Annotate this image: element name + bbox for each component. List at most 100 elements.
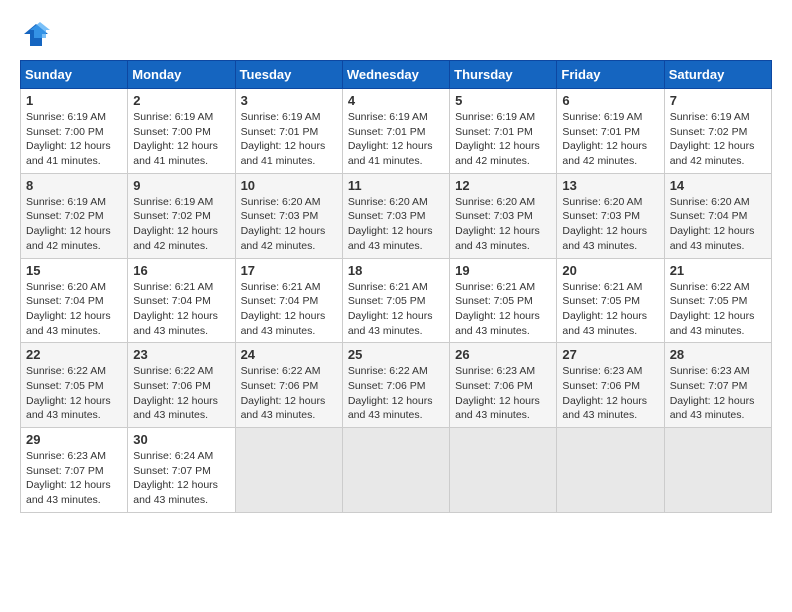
- day-number: 19: [455, 263, 551, 278]
- calendar-cell: 27 Sunrise: 6:23 AMSunset: 7:06 PMDaylig…: [557, 343, 664, 428]
- day-number: 8: [26, 178, 122, 193]
- day-info: Sunrise: 6:20 AMSunset: 7:03 PMDaylight:…: [348, 196, 433, 252]
- day-number: 20: [562, 263, 658, 278]
- day-number: 12: [455, 178, 551, 193]
- calendar-cell: 17 Sunrise: 6:21 AMSunset: 7:04 PMDaylig…: [235, 258, 342, 343]
- day-number: 14: [670, 178, 766, 193]
- day-number: 27: [562, 347, 658, 362]
- day-info: Sunrise: 6:20 AMSunset: 7:04 PMDaylight:…: [26, 281, 111, 337]
- calendar-cell: 16 Sunrise: 6:21 AMSunset: 7:04 PMDaylig…: [128, 258, 235, 343]
- calendar-cell: 20 Sunrise: 6:21 AMSunset: 7:05 PMDaylig…: [557, 258, 664, 343]
- day-number: 24: [241, 347, 337, 362]
- calendar-cell: [450, 428, 557, 513]
- calendar-table: SundayMondayTuesdayWednesdayThursdayFrid…: [20, 60, 772, 513]
- calendar-cell: 19 Sunrise: 6:21 AMSunset: 7:05 PMDaylig…: [450, 258, 557, 343]
- calendar-cell: 13 Sunrise: 6:20 AMSunset: 7:03 PMDaylig…: [557, 173, 664, 258]
- day-info: Sunrise: 6:20 AMSunset: 7:03 PMDaylight:…: [455, 196, 540, 252]
- logo-icon: [20, 20, 50, 50]
- day-number: 1: [26, 93, 122, 108]
- calendar-cell: 11 Sunrise: 6:20 AMSunset: 7:03 PMDaylig…: [342, 173, 449, 258]
- week-row-2: 8 Sunrise: 6:19 AMSunset: 7:02 PMDayligh…: [21, 173, 772, 258]
- calendar-cell: 5 Sunrise: 6:19 AMSunset: 7:01 PMDayligh…: [450, 89, 557, 174]
- day-number: 5: [455, 93, 551, 108]
- calendar-cell: 6 Sunrise: 6:19 AMSunset: 7:01 PMDayligh…: [557, 89, 664, 174]
- day-number: 17: [241, 263, 337, 278]
- weekday-monday: Monday: [128, 61, 235, 89]
- calendar-cell: [557, 428, 664, 513]
- day-info: Sunrise: 6:24 AMSunset: 7:07 PMDaylight:…: [133, 450, 218, 506]
- weekday-saturday: Saturday: [664, 61, 771, 89]
- calendar-cell: [664, 428, 771, 513]
- week-row-5: 29 Sunrise: 6:23 AMSunset: 7:07 PMDaylig…: [21, 428, 772, 513]
- calendar-body: 1 Sunrise: 6:19 AMSunset: 7:00 PMDayligh…: [21, 89, 772, 513]
- day-info: Sunrise: 6:19 AMSunset: 7:00 PMDaylight:…: [26, 111, 111, 167]
- day-number: 13: [562, 178, 658, 193]
- day-number: 23: [133, 347, 229, 362]
- weekday-header-row: SundayMondayTuesdayWednesdayThursdayFrid…: [21, 61, 772, 89]
- day-info: Sunrise: 6:19 AMSunset: 7:01 PMDaylight:…: [562, 111, 647, 167]
- weekday-tuesday: Tuesday: [235, 61, 342, 89]
- day-info: Sunrise: 6:19 AMSunset: 7:02 PMDaylight:…: [670, 111, 755, 167]
- calendar-cell: 9 Sunrise: 6:19 AMSunset: 7:02 PMDayligh…: [128, 173, 235, 258]
- day-info: Sunrise: 6:21 AMSunset: 7:05 PMDaylight:…: [562, 281, 647, 337]
- day-number: 9: [133, 178, 229, 193]
- calendar-cell: 30 Sunrise: 6:24 AMSunset: 7:07 PMDaylig…: [128, 428, 235, 513]
- calendar-cell: 3 Sunrise: 6:19 AMSunset: 7:01 PMDayligh…: [235, 89, 342, 174]
- calendar-cell: 22 Sunrise: 6:22 AMSunset: 7:05 PMDaylig…: [21, 343, 128, 428]
- calendar-cell: 28 Sunrise: 6:23 AMSunset: 7:07 PMDaylig…: [664, 343, 771, 428]
- logo: [20, 20, 54, 50]
- day-info: Sunrise: 6:23 AMSunset: 7:07 PMDaylight:…: [26, 450, 111, 506]
- day-number: 22: [26, 347, 122, 362]
- calendar-cell: 24 Sunrise: 6:22 AMSunset: 7:06 PMDaylig…: [235, 343, 342, 428]
- day-info: Sunrise: 6:19 AMSunset: 7:01 PMDaylight:…: [241, 111, 326, 167]
- day-number: 6: [562, 93, 658, 108]
- calendar-cell: 4 Sunrise: 6:19 AMSunset: 7:01 PMDayligh…: [342, 89, 449, 174]
- calendar-cell: 7 Sunrise: 6:19 AMSunset: 7:02 PMDayligh…: [664, 89, 771, 174]
- day-info: Sunrise: 6:22 AMSunset: 7:06 PMDaylight:…: [241, 365, 326, 421]
- weekday-thursday: Thursday: [450, 61, 557, 89]
- day-info: Sunrise: 6:21 AMSunset: 7:05 PMDaylight:…: [455, 281, 540, 337]
- day-info: Sunrise: 6:22 AMSunset: 7:06 PMDaylight:…: [348, 365, 433, 421]
- day-info: Sunrise: 6:21 AMSunset: 7:04 PMDaylight:…: [241, 281, 326, 337]
- day-info: Sunrise: 6:23 AMSunset: 7:06 PMDaylight:…: [562, 365, 647, 421]
- calendar-cell: 18 Sunrise: 6:21 AMSunset: 7:05 PMDaylig…: [342, 258, 449, 343]
- day-number: 15: [26, 263, 122, 278]
- calendar-cell: 23 Sunrise: 6:22 AMSunset: 7:06 PMDaylig…: [128, 343, 235, 428]
- day-info: Sunrise: 6:23 AMSunset: 7:07 PMDaylight:…: [670, 365, 755, 421]
- day-info: Sunrise: 6:21 AMSunset: 7:05 PMDaylight:…: [348, 281, 433, 337]
- calendar-cell: 12 Sunrise: 6:20 AMSunset: 7:03 PMDaylig…: [450, 173, 557, 258]
- week-row-3: 15 Sunrise: 6:20 AMSunset: 7:04 PMDaylig…: [21, 258, 772, 343]
- calendar-cell: 1 Sunrise: 6:19 AMSunset: 7:00 PMDayligh…: [21, 89, 128, 174]
- day-number: 3: [241, 93, 337, 108]
- calendar-cell: 10 Sunrise: 6:20 AMSunset: 7:03 PMDaylig…: [235, 173, 342, 258]
- calendar-cell: 21 Sunrise: 6:22 AMSunset: 7:05 PMDaylig…: [664, 258, 771, 343]
- day-info: Sunrise: 6:22 AMSunset: 7:05 PMDaylight:…: [670, 281, 755, 337]
- calendar-cell: 8 Sunrise: 6:19 AMSunset: 7:02 PMDayligh…: [21, 173, 128, 258]
- week-row-1: 1 Sunrise: 6:19 AMSunset: 7:00 PMDayligh…: [21, 89, 772, 174]
- day-number: 2: [133, 93, 229, 108]
- day-number: 11: [348, 178, 444, 193]
- calendar-cell: 29 Sunrise: 6:23 AMSunset: 7:07 PMDaylig…: [21, 428, 128, 513]
- day-info: Sunrise: 6:19 AMSunset: 7:01 PMDaylight:…: [455, 111, 540, 167]
- day-number: 7: [670, 93, 766, 108]
- day-number: 26: [455, 347, 551, 362]
- day-info: Sunrise: 6:22 AMSunset: 7:06 PMDaylight:…: [133, 365, 218, 421]
- day-number: 18: [348, 263, 444, 278]
- day-info: Sunrise: 6:19 AMSunset: 7:00 PMDaylight:…: [133, 111, 218, 167]
- day-number: 4: [348, 93, 444, 108]
- day-number: 16: [133, 263, 229, 278]
- calendar-cell: 15 Sunrise: 6:20 AMSunset: 7:04 PMDaylig…: [21, 258, 128, 343]
- day-info: Sunrise: 6:22 AMSunset: 7:05 PMDaylight:…: [26, 365, 111, 421]
- day-info: Sunrise: 6:19 AMSunset: 7:01 PMDaylight:…: [348, 111, 433, 167]
- day-number: 30: [133, 432, 229, 447]
- calendar-cell: 25 Sunrise: 6:22 AMSunset: 7:06 PMDaylig…: [342, 343, 449, 428]
- day-number: 25: [348, 347, 444, 362]
- page-header: [20, 20, 772, 50]
- week-row-4: 22 Sunrise: 6:22 AMSunset: 7:05 PMDaylig…: [21, 343, 772, 428]
- weekday-friday: Friday: [557, 61, 664, 89]
- calendar-cell: [342, 428, 449, 513]
- calendar-cell: 26 Sunrise: 6:23 AMSunset: 7:06 PMDaylig…: [450, 343, 557, 428]
- weekday-wednesday: Wednesday: [342, 61, 449, 89]
- day-info: Sunrise: 6:21 AMSunset: 7:04 PMDaylight:…: [133, 281, 218, 337]
- calendar-cell: 2 Sunrise: 6:19 AMSunset: 7:00 PMDayligh…: [128, 89, 235, 174]
